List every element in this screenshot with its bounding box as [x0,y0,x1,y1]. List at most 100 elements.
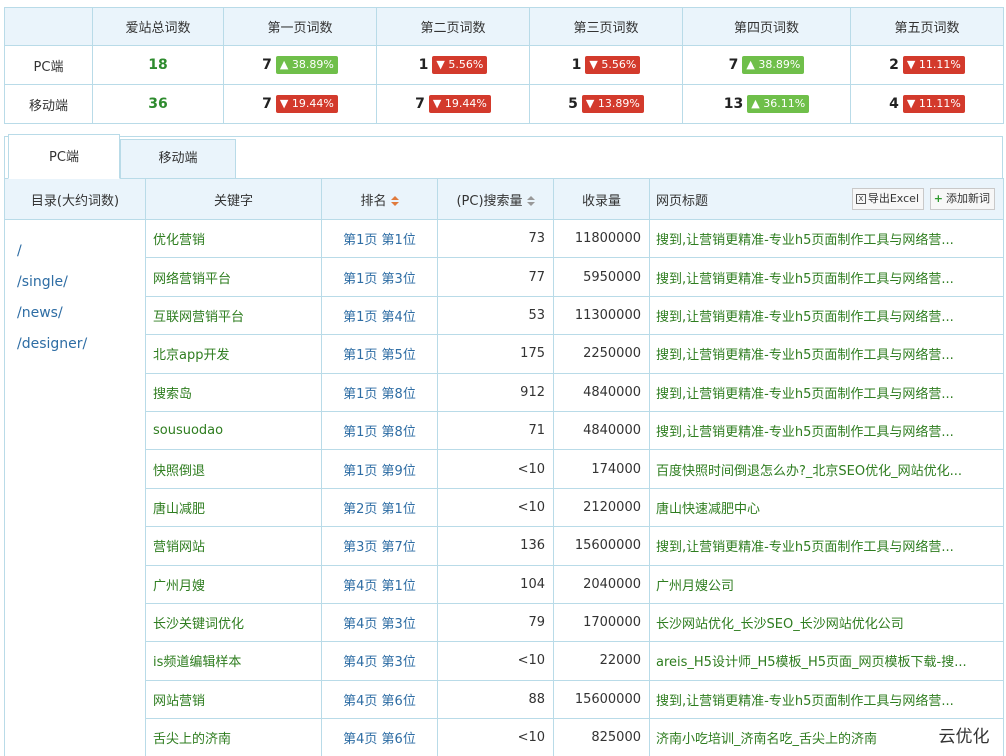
keyword-cell[interactable]: 营销网站 [145,526,322,566]
page-title-cell[interactable]: 长沙网站优化_长沙SEO_长沙网站优化公司 [649,602,1004,643]
arrow-up-icon: ▲ [279,58,289,71]
keyword-cell[interactable]: sousuodao [145,410,322,451]
page-title-cell[interactable]: 搜到,让营销更精准-专业h5页面制作工具与网络营... [649,218,1004,259]
summary-page-cell: 7 ▼ 19.44% [223,84,377,124]
rank-cell[interactable]: 第2页 第1位 [321,487,438,528]
directory-link[interactable]: /designer/ [17,329,145,360]
page-word-count: 7 [262,56,272,73]
arrow-up-icon: ▲ [751,97,760,110]
keyword-cell[interactable]: 互联网营销平台 [145,295,322,336]
indexed-cell[interactable]: 825000 [553,718,650,756]
keyword-cell[interactable]: 广州月嫂 [145,564,322,604]
table-row: 网络营销平台 第1页 第3位 77 5950000 搜到,让营销更精准-专业h5页面制作… [5,257,1004,297]
page-title-cell[interactable]: areis_H5设计师_H5模板_H5页面_网页模板下载-搜... [649,641,1004,681]
rank-cell[interactable]: 第1页 第1位 [321,218,438,259]
directory-link[interactable]: / [17,236,145,267]
rank-cell[interactable]: 第1页 第8位 [321,410,438,451]
rank-cell[interactable]: 第1页 第5位 [321,334,438,374]
table-row: 舌尖上的济南 第4页 第6位 <10 825000 济南小吃培训_济南名吃_舌尖上的济南 [5,718,1004,756]
page-title-cell[interactable]: 搜到,让营销更精准-专业h5页面制作工具与网络营... [649,372,1004,412]
indexed-cell[interactable]: 2040000 [553,564,650,604]
header-keyword: 关键字 [145,178,322,220]
arrow-down-icon: ▼ [906,58,916,71]
header-rank[interactable]: 排名 [321,178,438,220]
rank-cell[interactable]: 第1页 第4位 [321,295,438,336]
table-row: 广州月嫂 第4页 第1位 104 2040000 广州月嫂公司 [5,564,1004,604]
rank-cell[interactable]: 第4页 第6位 [321,679,438,720]
indexed-cell[interactable]: 15600000 [553,526,650,566]
keyword-cell[interactable]: 网站营销 [145,679,322,720]
summary-header-page5: 第五页词数 [850,7,1004,46]
page-title-cell[interactable]: 搜到,让营销更精准-专业h5页面制作工具与网络营... [649,257,1004,297]
page-title-cell[interactable]: 唐山快速减肥中心 [649,487,1004,528]
indexed-cell[interactable]: 11800000 [553,218,650,259]
indexed-cell[interactable]: 5950000 [553,257,650,297]
keyword-cell[interactable]: 优化营销 [145,218,322,259]
directory-link[interactable]: /news/ [17,298,145,329]
summary-page-cell: 7 ▲ 38.89% [223,45,377,85]
tab-mobile[interactable]: 移动端 [120,139,236,179]
keyword-cell[interactable]: 快照倒退 [145,449,322,489]
keyword-cell[interactable]: 北京app开发 [145,334,322,374]
rank-cell[interactable]: 第1页 第8位 [321,372,438,412]
summary-page-cell: 2 ▼ 11.11% [850,45,1004,85]
page-title-cell[interactable]: 搜到,让营销更精准-专业h5页面制作工具与网络营... [649,679,1004,720]
page-title-cell[interactable]: 搜到,让营销更精准-专业h5页面制作工具与网络营... [649,526,1004,566]
indexed-cell[interactable]: 15600000 [553,679,650,720]
page-title-cell[interactable]: 广州月嫂公司 [649,564,1004,604]
page-title-cell[interactable]: 搜到,让营销更精准-专业h5页面制作工具与网络营... [649,295,1004,336]
rank-cell[interactable]: 第4页 第3位 [321,602,438,643]
table-row: //single//news//designer/优化营销 第1页 第1位 73 11… [4,218,1004,756]
excel-icon: X [855,194,866,204]
summary-page-cell: 5 ▼ 13.89% [529,84,683,124]
keyword-cell[interactable]: 网络营销平台 [145,257,322,297]
indexed-cell[interactable]: 1700000 [553,602,650,643]
keyword-cell[interactable]: 长沙关键词优化 [145,602,322,643]
export-excel-button[interactable]: X 导出Excel [851,188,924,210]
summary-header-page3: 第三页词数 [529,7,683,46]
indexed-cell[interactable]: 174000 [553,449,650,489]
indexed-cell[interactable]: 11300000 [553,295,650,336]
rank-cell[interactable]: 第4页 第3位 [321,641,438,681]
add-keyword-button[interactable]: + 添加新词 [929,188,995,210]
directory-link[interactable]: /single/ [17,267,145,298]
rank-cell[interactable]: 第4页 第1位 [321,564,438,604]
header-rank-label: 排名 [360,193,387,209]
indexed-cell[interactable]: 22000 [553,641,650,681]
trend-badge: ▼ 5.56% [585,56,641,74]
arrow-up-icon: ▲ [746,58,755,71]
plus-icon: + [933,192,943,205]
rank-cell[interactable]: 第1页 第9位 [321,449,438,489]
indexed-cell[interactable]: 2250000 [553,334,650,374]
sort-icon[interactable] [526,196,535,206]
header-indexed: 收录量 [553,178,650,220]
page-word-count: 4 [889,95,899,112]
trend-percent: 19.44% [291,97,334,110]
summary-total: 18 [148,57,168,73]
sort-icon[interactable] [390,196,399,206]
page-word-count: 13 [723,95,744,112]
rank-cell[interactable]: 第4页 第6位 [321,718,438,756]
summary-row-pc: PC端 18 7 ▲ 38.89% 1 ▼ 5.56% 1 ▼ 5.56% 7 ▲ 38.89% 2… [4,45,1004,85]
table-row: 网站营销 第4页 第6位 88 15600000 搜到,让营销更精准-专业h5页面制作工… [5,679,1004,720]
keyword-cell[interactable]: 舌尖上的济南 [145,718,322,756]
page-word-count: 7 [728,56,739,73]
indexed-cell[interactable]: 4840000 [553,372,650,412]
page-title-cell[interactable]: 搜到,让营销更精准-专业h5页面制作工具与网络营... [649,334,1004,374]
volume-cell: 79 [437,602,554,643]
keyword-cell[interactable]: 唐山减肥 [145,487,322,528]
rank-cell[interactable]: 第1页 第3位 [321,257,438,297]
tab-pc[interactable]: PC端 [8,134,120,179]
trend-percent: 38.89% [758,58,801,71]
page-title-cell[interactable]: 百度快照时间倒退怎么办?_北京SEO优化_网站优化... [649,449,1004,489]
summary-total-cell: 36 [92,84,224,124]
header-volume[interactable]: (PC)搜索量 [437,178,554,220]
header-title-label: 网页标题 [656,193,709,209]
table-row: 互联网营销平台 第1页 第4位 53 11300000 搜到,让营销更精准-专业h5页面… [5,295,1004,336]
keyword-cell[interactable]: 搜索岛 [145,372,322,412]
keyword-cell[interactable]: is频道编辑样本 [145,641,322,681]
rank-cell[interactable]: 第3页 第7位 [321,526,438,566]
indexed-cell[interactable]: 4840000 [553,410,650,451]
indexed-cell[interactable]: 2120000 [553,487,650,528]
page-title-cell[interactable]: 搜到,让营销更精准-专业h5页面制作工具与网络营... [649,410,1004,451]
